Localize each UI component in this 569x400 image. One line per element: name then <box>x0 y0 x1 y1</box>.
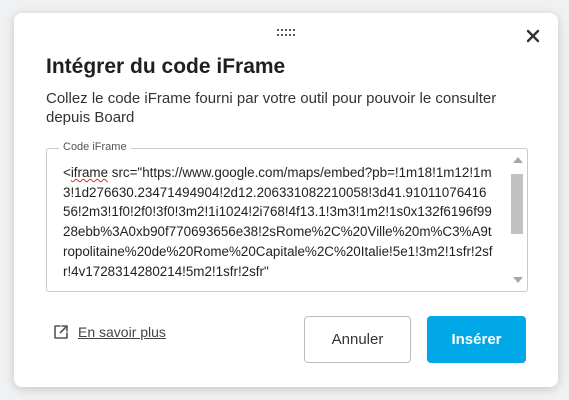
code-iframe-field[interactable]: Code iFrame <iframe src="https://www.goo… <box>46 141 528 292</box>
code-text-tag: iframe <box>70 165 109 180</box>
scroll-thumb[interactable] <box>511 174 523 234</box>
dialog-title: Intégrer du code iFrame <box>46 55 286 78</box>
code-text-rest: src="https://www.google.com/maps/embed?p… <box>63 165 493 279</box>
external-link-icon <box>54 325 68 339</box>
scroll-down-arrow-icon[interactable] <box>513 277 523 283</box>
dialog-description: Collez le code iFrame fourni par votre o… <box>46 90 497 126</box>
learn-more-label[interactable]: En savoir plus <box>78 324 166 340</box>
close-button[interactable] <box>524 27 542 45</box>
code-text-start: < <box>63 165 71 180</box>
code-iframe-label: Code iFrame <box>59 141 131 153</box>
drag-handle-icon[interactable] <box>277 29 295 36</box>
cancel-button[interactable]: Annuler <box>304 316 411 363</box>
embed-iframe-dialog: Intégrer du code iFrame Collez le code i… <box>14 13 558 387</box>
close-icon <box>526 29 540 43</box>
scroll-up-arrow-icon[interactable] <box>513 157 523 163</box>
code-scrollbar[interactable] <box>509 153 525 287</box>
code-iframe-textarea[interactable]: <iframe src="https://www.google.com/maps… <box>63 163 493 289</box>
learn-more-link[interactable]: En savoir plus <box>52 323 166 341</box>
insert-button[interactable]: Insérer <box>427 316 526 363</box>
